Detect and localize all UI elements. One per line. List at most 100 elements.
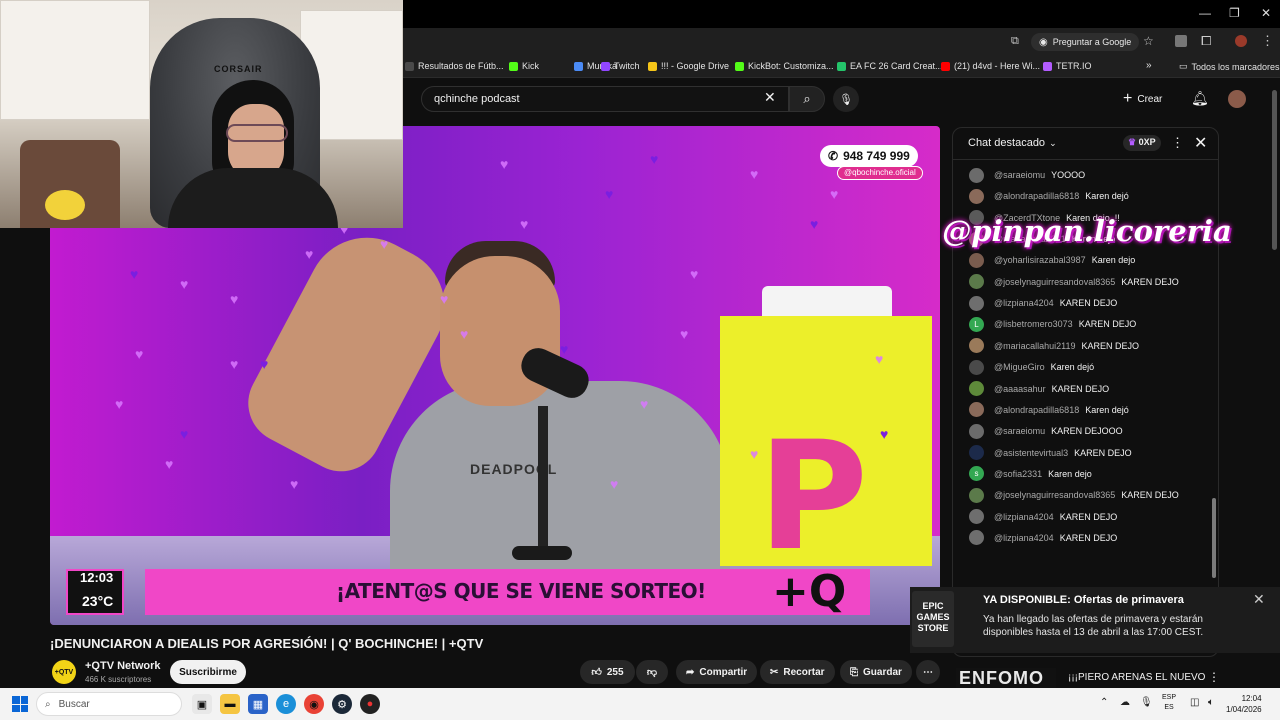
heart-icon: ♥ <box>680 326 689 342</box>
extension-icon[interactable] <box>1175 35 1187 47</box>
bookmark-item[interactable]: (21) d4vd - Here Wi... <box>941 61 1040 71</box>
thumbs-down-icon: 👎︎ <box>646 667 658 678</box>
chat-message[interactable]: @joselynaguirresandoval8365 KAREN DEJO <box>969 487 1179 503</box>
plus-icon: + <box>1123 90 1133 107</box>
channel-avatar[interactable]: +QTV <box>52 660 76 684</box>
chat-message[interactable]: @saraeiomu KAREN DEJOOO <box>969 423 1123 439</box>
chat-menu-icon[interactable]: ⋮ <box>1171 135 1184 151</box>
language-indicator[interactable]: ESP ES <box>1162 693 1176 713</box>
chat-text: YOOOO <box>1051 170 1086 180</box>
chat-message[interactable]: @lizpiana4204 KAREN DEJO <box>969 530 1117 546</box>
start-button[interactable] <box>12 696 28 712</box>
bookmark-item[interactable]: Twitch <box>601 61 640 71</box>
like-count: 255 <box>606 666 624 678</box>
recommended-menu-icon[interactable]: ⋮ <box>1208 670 1220 684</box>
like-button[interactable]: 👍︎ 255 <box>580 660 635 684</box>
account-avatar[interactable] <box>1228 90 1246 108</box>
close-window-button[interactable]: ✕ <box>1261 6 1271 20</box>
chat-message[interactable]: L @lisbetromero3073 KAREN DEJO <box>969 316 1136 332</box>
toast-close-icon[interactable]: ✕ <box>1253 591 1265 608</box>
mic-tray-icon[interactable]: 🎙︎ <box>1140 697 1153 708</box>
task-view-icon[interactable]: ▣ <box>192 694 212 714</box>
save-button[interactable]: ⎘ Guardar <box>840 660 912 684</box>
channel-name[interactable]: +QTV Network <box>85 660 161 672</box>
page-scrollbar[interactable] <box>1272 90 1277 250</box>
chat-message[interactable]: @lizpiana4204 KAREN DEJO <box>969 295 1117 311</box>
volume-icon[interactable]: 🔈︎ <box>1208 697 1214 708</box>
bookmark-favicon-icon <box>405 61 414 71</box>
more-actions-button[interactable]: ⋯ <box>916 660 940 684</box>
bookmark-item[interactable]: Kick <box>509 61 539 71</box>
taskbar-search[interactable]: ⌕ Buscar <box>36 692 182 716</box>
xp-badge[interactable]: ♛ 0XP <box>1123 135 1161 151</box>
all-bookmarks[interactable]: ▭ Todos los marcadores <box>1179 61 1280 72</box>
chrome-icon[interactable]: ◉ <box>304 694 324 714</box>
bookmark-item[interactable]: KickBot: Customiza... <box>735 61 834 71</box>
dislike-button[interactable]: 👎︎ <box>636 660 668 684</box>
profile-icon[interactable] <box>1235 35 1247 47</box>
recommended-thumbnail[interactable]: ENFOMO <box>956 668 1056 690</box>
system-clock[interactable]: 12:04 1/04/2026 <box>1226 693 1262 715</box>
star-icon[interactable]: ☆ <box>1143 34 1154 48</box>
chat-scrollbar[interactable] <box>1212 498 1216 578</box>
app-icon[interactable]: ● <box>360 694 380 714</box>
bookmark-item[interactable]: !!! - Google Drive <box>648 61 729 71</box>
create-button[interactable]: + Crear <box>1123 88 1162 110</box>
chat-avatar <box>969 487 984 503</box>
chat-author: @lisbetromero3073 <box>994 319 1073 330</box>
voice-search-button[interactable]: 🎙︎ <box>833 86 859 112</box>
gemini-button[interactable]: ◉ Preguntar a Google <box>1031 33 1140 51</box>
puzzle-icon[interactable]: ⧠ <box>1201 33 1211 49</box>
heart-icon: ♥ <box>260 356 269 372</box>
tray-chevron-icon[interactable]: ⌃ <box>1100 697 1108 708</box>
gemini-label: Preguntar a Google <box>1052 37 1132 47</box>
steam-icon[interactable]: ⚙ <box>332 694 352 714</box>
heart-icon: ♥ <box>810 216 819 232</box>
chat-message[interactable]: @joselynaguirresandoval8365 KAREN DEJO <box>969 274 1179 290</box>
network-tray-icon[interactable]: ☁ <box>1120 697 1130 708</box>
chat-avatar <box>969 338 984 354</box>
more-bookmarks-icon[interactable]: » <box>1146 60 1152 71</box>
share-button[interactable]: ➦ Compartir <box>676 660 758 684</box>
chat-message[interactable]: @MigueGiro Karen dejó <box>969 359 1094 375</box>
search-input[interactable]: qchinche podcast <box>421 86 789 112</box>
search-button[interactable]: ⌕ <box>789 86 825 112</box>
search-icon: ⌕ <box>45 698 51 710</box>
chat-mode-dropdown[interactable]: Chat destacado ⌄ <box>968 137 1057 149</box>
instagram-badge: @qbochinche.oficial <box>837 166 923 180</box>
windows-taskbar: ⌕ Buscar ▣ ▬ ▦ e ◉ ⚙ ● ⌃ ☁ 🎙︎ ESP ES ◫ 🔈… <box>0 688 1280 720</box>
notifications-bell-icon[interactable]: 🔔︎ <box>1191 90 1209 107</box>
chat-author: @aaaasahur <box>994 383 1046 394</box>
chat-message[interactable]: @alondrapadilla6818 Karen dejó <box>969 402 1129 418</box>
bookmark-item[interactable]: EA FC 26 Card Creat... <box>837 61 943 71</box>
subscribe-button[interactable]: Suscribirme <box>170 660 246 684</box>
clear-search-icon[interactable]: ✕ <box>764 89 776 106</box>
chat-message[interactable]: s @sofia2331 Karen dejo <box>969 466 1092 482</box>
chat-message[interactable]: @saraeiomu YOOOO <box>969 167 1085 183</box>
chat-message[interactable]: @asistentevirtual3 KAREN DEJO <box>969 445 1132 461</box>
file-explorer-icon[interactable]: ▬ <box>220 694 240 714</box>
clip-button[interactable]: ✂ Recortar <box>760 660 835 684</box>
bookmark-item[interactable]: Resultados de Fútb... <box>405 61 504 71</box>
maximize-button[interactable]: ❐ <box>1229 6 1240 20</box>
minimize-button[interactable]: — <box>1199 6 1211 20</box>
chat-avatar <box>969 530 984 546</box>
chat-message[interactable]: @aaaasahur KAREN DEJO <box>969 381 1109 397</box>
chat-message[interactable]: @lizpiana4204 KAREN DEJO <box>969 509 1117 525</box>
chat-avatar <box>969 295 984 311</box>
cast-icon[interactable]: ⧉ <box>1011 35 1019 48</box>
edge-icon[interactable]: e <box>276 694 296 714</box>
chat-message[interactable]: @mariacallahui2119 KAREN DEJO <box>969 338 1139 354</box>
bookmark-item[interactable]: TETR.IO <box>1043 61 1092 71</box>
heart-icon: ♥ <box>640 396 649 412</box>
recommended-title[interactable]: ¡¡¡PIERO ARENAS EL NUEVO <box>1068 672 1205 683</box>
menu-icon[interactable]: ⋮ <box>1261 33 1274 49</box>
chat-close-icon[interactable]: ✕ <box>1194 133 1207 153</box>
chat-avatar <box>969 402 984 418</box>
chat-text: Karen dejó <box>1085 191 1129 202</box>
notification-toast[interactable]: EPIC GAMES STORE YA DISPONIBLE: Ofertas … <box>910 587 1280 653</box>
chat-message[interactable]: @alondrapadilla6818 Karen dejó <box>969 188 1129 204</box>
store-icon[interactable]: ▦ <box>248 694 268 714</box>
chat-avatar <box>969 167 984 183</box>
wifi-icon[interactable]: ◫ <box>1190 697 1199 708</box>
